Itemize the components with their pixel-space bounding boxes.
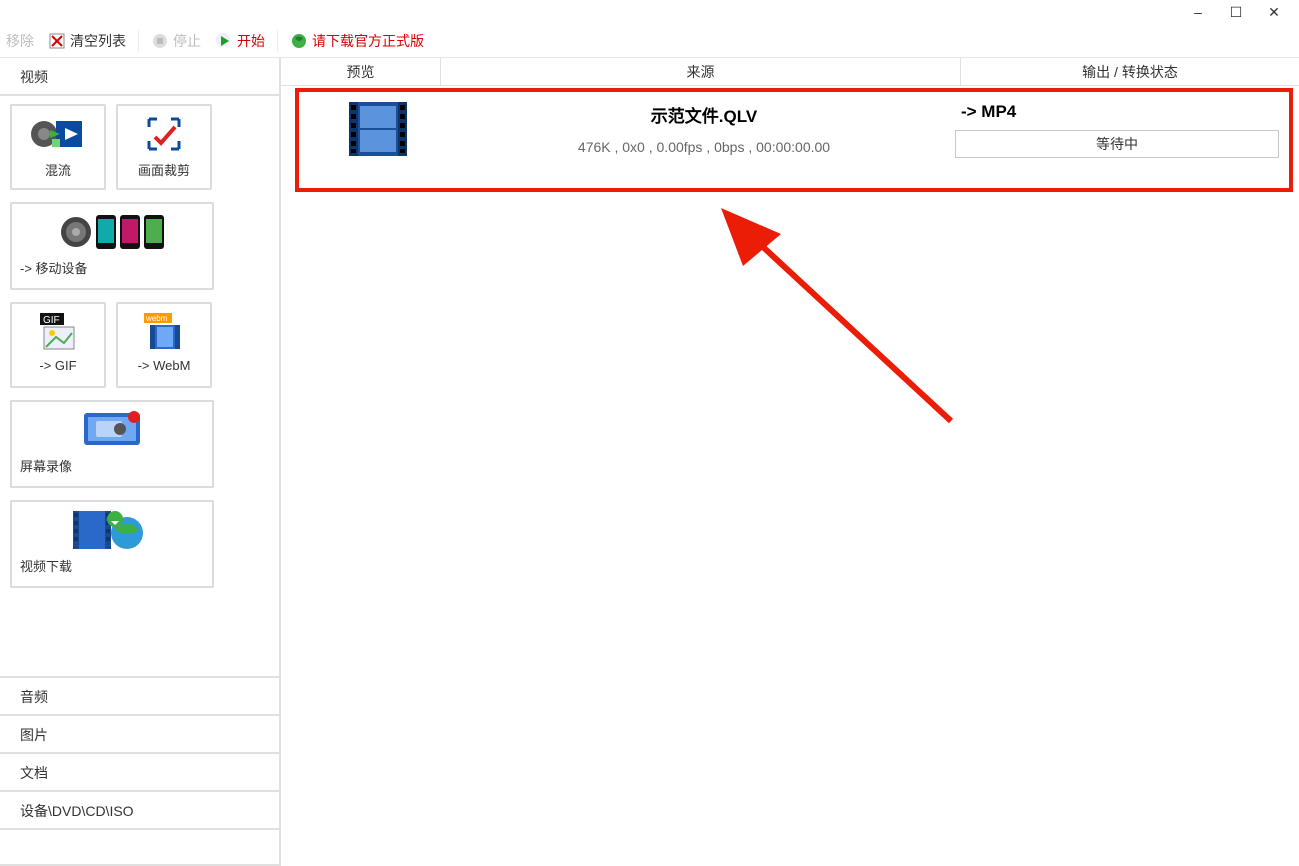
svg-text:webm: webm bbox=[145, 314, 168, 323]
tile-webm[interactable]: webm -> WebM bbox=[116, 302, 212, 388]
minimize-button[interactable]: – bbox=[1185, 4, 1211, 20]
gif-icon: GIF bbox=[12, 310, 104, 354]
clearlist-icon bbox=[48, 32, 66, 50]
col-header-preview[interactable]: 预览 bbox=[281, 58, 441, 85]
stop-label: 停止 bbox=[173, 31, 201, 51]
filename: 示范文件.QLV bbox=[651, 102, 757, 127]
status-box[interactable]: 等待中 bbox=[955, 130, 1279, 158]
video-download-icon bbox=[12, 508, 212, 552]
toolbar-divider bbox=[138, 30, 139, 52]
screen-record-icon bbox=[12, 408, 212, 452]
svg-text:GIF: GIF bbox=[43, 315, 60, 326]
remove-label: 移除 bbox=[6, 31, 34, 51]
tile-mobile[interactable]: -> 移动设备 bbox=[10, 202, 214, 290]
category-list: 音频 图片 文档 设备\DVD\CD\ISO bbox=[0, 676, 279, 866]
clear-list-label: 清空列表 bbox=[70, 31, 126, 51]
stop-button[interactable]: 停止 bbox=[145, 29, 207, 53]
remove-button[interactable]: 移除 bbox=[0, 29, 40, 53]
col-header-output[interactable]: 输出 / 转换状态 bbox=[961, 58, 1299, 85]
category-image[interactable]: 图片 bbox=[0, 714, 279, 752]
sidebar: 视频 混流 bbox=[0, 58, 281, 866]
sidebar-section-video-label: 视频 bbox=[20, 69, 48, 85]
column-headers: 预览 来源 输出 / 转换状态 bbox=[281, 58, 1299, 86]
tile-screen-record-label: 屏幕录像 bbox=[12, 456, 212, 475]
tile-mix-label: 混流 bbox=[12, 160, 104, 179]
tiles-area: 混流 画面裁剪 bbox=[0, 96, 279, 608]
close-button[interactable]: ✕ bbox=[1261, 4, 1287, 20]
webm-icon: webm bbox=[118, 310, 210, 354]
crop-icon bbox=[118, 112, 210, 156]
category-audio[interactable]: 音频 bbox=[0, 676, 279, 714]
tile-video-download[interactable]: 视频下载 bbox=[10, 500, 214, 588]
toolbar-divider-2 bbox=[277, 30, 278, 52]
tile-gif[interactable]: GIF -> GIF bbox=[10, 302, 106, 388]
window-titlebar: – ☐ ✕ bbox=[0, 0, 1299, 24]
start-icon bbox=[215, 32, 233, 50]
tile-gif-label: -> GIF bbox=[12, 358, 104, 373]
start-button[interactable]: 开始 bbox=[209, 29, 271, 53]
globe-icon bbox=[290, 32, 308, 50]
tile-mix[interactable]: 混流 bbox=[10, 104, 106, 190]
mix-icon bbox=[12, 112, 104, 156]
clear-list-button[interactable]: 清空列表 bbox=[42, 29, 132, 53]
category-more[interactable] bbox=[0, 828, 279, 866]
tile-video-download-label: 视频下载 bbox=[12, 556, 212, 575]
tile-crop-label: 画面裁剪 bbox=[118, 160, 210, 179]
col-header-source[interactable]: 来源 bbox=[441, 58, 961, 85]
file-meta: 476K , 0x0 , 0.00fps , 0bps , 00:00:00.0… bbox=[578, 139, 830, 155]
preview-thumbnail bbox=[303, 98, 453, 182]
tile-mobile-label: -> 移动设备 bbox=[12, 258, 212, 277]
start-label: 开始 bbox=[237, 31, 265, 51]
output-column: -> MP4 等待中 bbox=[955, 98, 1285, 182]
source-column: 示范文件.QLV 476K , 0x0 , 0.00fps , 0bps , 0… bbox=[453, 98, 955, 182]
download-official-label: 请下载官方正式版 bbox=[312, 31, 424, 51]
category-device-disc[interactable]: 设备\DVD\CD\ISO bbox=[0, 790, 279, 828]
tile-screen-record[interactable]: 屏幕录像 bbox=[10, 400, 214, 488]
row-area: 示范文件.QLV 476K , 0x0 , 0.00fps , 0bps , 0… bbox=[281, 86, 1299, 192]
sidebar-section-video[interactable]: 视频 bbox=[0, 58, 279, 96]
mobile-icon bbox=[12, 210, 212, 254]
filmstrip-icon bbox=[349, 102, 407, 156]
category-document[interactable]: 文档 bbox=[0, 752, 279, 790]
tile-crop[interactable]: 画面裁剪 bbox=[116, 104, 212, 190]
toolbar: 移除 清空列表 停止 开始 请下载官方正式版 bbox=[0, 24, 1299, 58]
download-official-button[interactable]: 请下载官方正式版 bbox=[284, 29, 430, 53]
output-format: -> MP4 bbox=[955, 102, 1285, 122]
stop-icon bbox=[151, 32, 169, 50]
maximize-button[interactable]: ☐ bbox=[1223, 4, 1249, 20]
content-area: 预览 来源 输出 / 转换状态 bbox=[281, 58, 1299, 866]
queue-item[interactable]: 示范文件.QLV 476K , 0x0 , 0.00fps , 0bps , 0… bbox=[295, 88, 1293, 192]
tile-webm-label: -> WebM bbox=[118, 358, 210, 373]
